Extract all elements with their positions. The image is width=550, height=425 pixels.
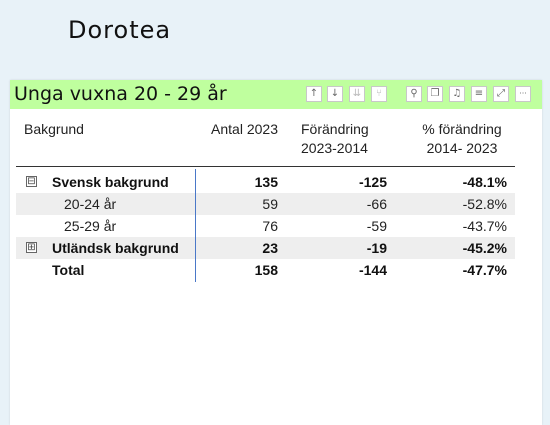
copy-icon[interactable]: ❐	[427, 86, 443, 102]
column-header-forandring-line2: 2023-2014	[301, 140, 368, 156]
cell-forandring: -59	[366, 218, 387, 234]
page-title: Dorotea	[68, 16, 172, 44]
expand-hierarchy-icon[interactable]: ⑂	[371, 86, 387, 102]
filter-icon[interactable]: ≡	[471, 86, 487, 102]
cell-antal: 135	[254, 174, 278, 190]
table-row-utlandsk-bakgrund: ⊞ Utländsk bakgrund 23 -19 -45.2%	[16, 237, 515, 259]
column-header-bakgrund[interactable]: Bakgrund	[24, 120, 84, 139]
alert-bell-icon[interactable]: ♫	[449, 86, 465, 102]
row-label: Total	[52, 262, 85, 278]
table-row-25-29: 25-29 år 76 -59 -43.7%	[16, 215, 515, 237]
row-label: Utländsk bakgrund	[52, 240, 179, 256]
cell-forandring: -66	[366, 196, 387, 212]
row-label: 25-29 år	[64, 218, 117, 234]
table-row-svensk-bakgrund: ⊟ Svensk bakgrund 135 -125 -48.1%	[16, 171, 515, 193]
cell-pct: -45.2%	[462, 240, 507, 256]
column-header-forandring-line1: Förändring	[301, 121, 369, 137]
visual-title: Unga vuxna 20 - 29 år	[14, 83, 227, 105]
header-divider	[16, 166, 515, 167]
column-header-forandring[interactable]: Förändring 2023-2014	[301, 120, 369, 158]
cell-antal: 59	[262, 196, 278, 212]
cell-pct: -52.8%	[462, 196, 507, 212]
cell-antal: 23	[262, 240, 278, 256]
cell-forandring: -125	[358, 174, 387, 190]
drill-toolbar: ↑ ↓ ⇊ ⑂	[306, 86, 394, 104]
drill-up-icon[interactable]: ↑	[306, 86, 322, 102]
table-row-20-24: 20-24 år 59 -66 -52.8%	[16, 193, 515, 215]
table-row-total: Total 158 -144 -47.7%	[16, 259, 515, 281]
visual-options-toolbar: ⚲ ❐ ♫ ≡ ⤢ ···	[406, 86, 540, 104]
cell-pct: -43.7%	[462, 218, 507, 234]
column-header-pct-line1: % förändring	[422, 121, 502, 137]
focus-mode-icon[interactable]: ⤢	[493, 86, 509, 102]
cell-pct: -48.1%	[462, 174, 507, 190]
cell-pct: -47.7%	[462, 262, 507, 278]
drill-down-icon[interactable]: ↓	[327, 86, 343, 102]
expand-all-down-icon[interactable]: ⇊	[349, 86, 365, 102]
column-header-pct-line2: 2014- 2023	[426, 140, 498, 156]
matrix-visual-card[interactable]: Unga vuxna 20 - 29 år ↑ ↓ ⇊ ⑂ ⚲ ❐ ♫ ≡ ⤢ …	[10, 80, 542, 425]
more-options-icon[interactable]: ···	[515, 86, 531, 102]
column-header-antal[interactable]: Antal 2023	[196, 120, 278, 139]
row-label: 20-24 år	[64, 196, 117, 212]
column-divider	[195, 169, 196, 282]
cell-forandring: -19	[366, 240, 387, 256]
pin-icon[interactable]: ⚲	[406, 86, 422, 102]
row-label: Svensk bakgrund	[52, 174, 169, 190]
column-header-pct-forandring[interactable]: % förändring 2014- 2023	[412, 120, 512, 158]
collapse-icon[interactable]: ⊟	[26, 176, 37, 187]
expand-icon[interactable]: ⊞	[26, 242, 37, 253]
visual-header: Unga vuxna 20 - 29 år ↑ ↓ ⇊ ⑂ ⚲ ❐ ♫ ≡ ⤢ …	[10, 80, 542, 109]
cell-forandring: -144	[358, 262, 387, 278]
cell-antal: 158	[254, 262, 278, 278]
cell-antal: 76	[262, 218, 278, 234]
